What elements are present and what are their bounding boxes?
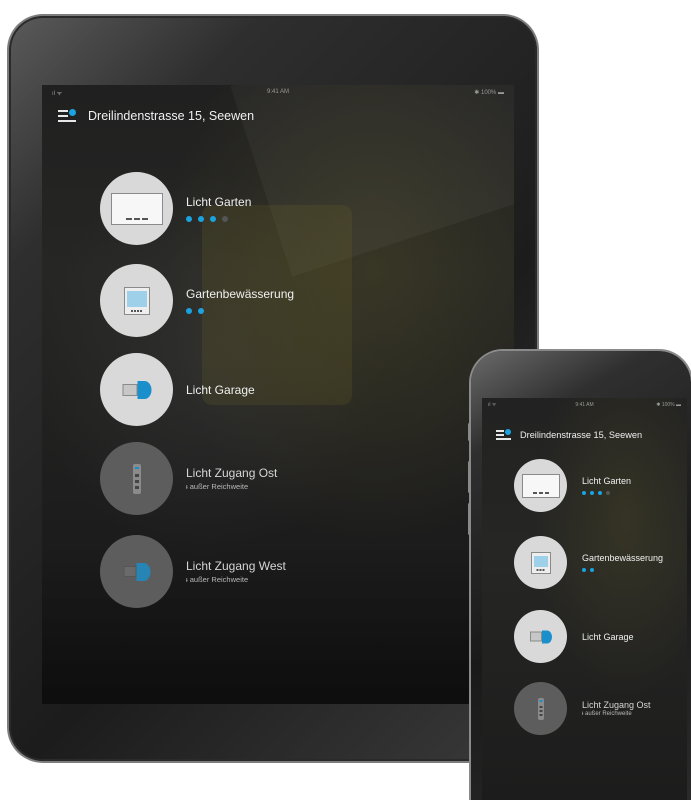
tablet-device-frame: ıl ᯤ 9:41 AM ✱ 100% ▬ Dreilindenstrasse … [9,16,537,761]
menu-icon[interactable] [58,109,76,122]
controller-icon [530,551,551,574]
device-circle [100,264,173,337]
battery-icon: ✱ 100% ▬ [656,402,681,408]
menu-icon[interactable] [496,429,511,440]
device-name: Licht Zugang West [186,559,286,573]
signal-dots [186,216,251,222]
usb-stick-icon [122,380,151,399]
out-of-range-status: ᵻ außer Reichweite [186,575,249,584]
signal-dot [198,308,204,314]
remote-icon [537,697,544,720]
signal-dot [186,216,192,222]
phone-side-button [468,503,471,535]
notification-dot-icon [505,429,511,435]
phone-side-button [468,423,471,441]
device-licht-zugang-ost[interactable]: Licht Zugang Ost ᵻ außer Reichweite [514,682,651,735]
remote-icon [132,463,141,494]
signal-dot [186,308,192,314]
controller-icon [123,286,150,315]
device-name: Licht Garten [582,476,632,486]
signal-dots [582,568,663,572]
battery-icon: ✱ 100% ▬ [474,90,504,96]
status-bar: ıl ᯤ 9:41 AM ✱ 100% ▬ [482,398,687,412]
device-circle [100,172,173,245]
signal-dot [582,491,586,495]
device-name: Licht Zugang Ost [186,466,278,480]
out-of-range-status: ᵻ außer Reichweite [582,711,632,717]
phone-device-frame: ıl ᯤ 9:41 AM ✱ 100% ▬ Dreilindenstrasse … [468,351,691,800]
device-licht-garten[interactable]: Licht Garten [100,172,251,245]
device-name: Licht Garage [186,382,255,397]
location-title: Dreilindenstrasse 15, Seewen [520,430,643,440]
app-header: Dreilindenstrasse 15, Seewen [58,106,254,126]
device-licht-garage[interactable]: Licht Garage [100,353,255,426]
signal-dots [186,308,294,314]
signal-dot [582,568,586,572]
device-name: Gartenbewässerung [186,287,295,301]
usb-stick-icon [529,630,552,643]
device-name: Gartenbewässerung [582,553,664,563]
status-time: 9:41 AM [266,89,289,95]
device-gartenbewaesserung[interactable]: Gartenbewässerung [100,264,294,337]
signal-dot [198,216,204,222]
phone-side-button [468,461,471,493]
device-circle [514,682,567,735]
device-licht-zugang-west[interactable]: Licht Zugang West ᵻ außer Reichweite [100,535,286,608]
app-header: Dreilindenstrasse 15, Seewen [496,425,642,445]
device-name: Licht Zugang Ost [582,700,651,710]
out-of-range-status: ᵻ außer Reichweite [186,482,249,491]
device-licht-garage[interactable]: Licht Garage [514,610,634,663]
signal-dot [590,568,594,572]
phone-screen: ıl ᯤ 9:41 AM ✱ 100% ▬ Dreilindenstrasse … [482,398,687,800]
tablet-screen: ıl ᯤ 9:41 AM ✱ 100% ▬ Dreilindenstrasse … [42,85,514,704]
device-name: Licht Garage [582,631,634,642]
device-circle [514,459,567,512]
device-circle [514,610,567,663]
usb-stick-icon [123,562,150,581]
status-bar: ıl ᯤ 9:41 AM ✱ 100% ▬ [42,85,514,99]
device-licht-zugang-ost[interactable]: Licht Zugang Ost ᵻ außer Reichweite [100,442,277,515]
device-name: Licht Garten [186,195,252,209]
wall-panel-icon [110,192,163,225]
device-circle [100,353,173,426]
location-title: Dreilindenstrasse 15, Seewen [88,109,255,123]
notification-dot-icon [69,109,76,116]
signal-dots [582,491,631,495]
wall-panel-icon [521,473,560,498]
device-circle [100,442,173,515]
device-licht-garten[interactable]: Licht Garten [514,459,631,512]
signal-dot [222,216,228,222]
signal-dot [210,216,216,222]
signal-dot [598,491,602,495]
signal-dot [590,491,594,495]
device-gartenbewaesserung[interactable]: Gartenbewässerung [514,536,663,589]
device-circle [100,535,173,608]
signal-dot [606,491,610,495]
device-circle [514,536,567,589]
